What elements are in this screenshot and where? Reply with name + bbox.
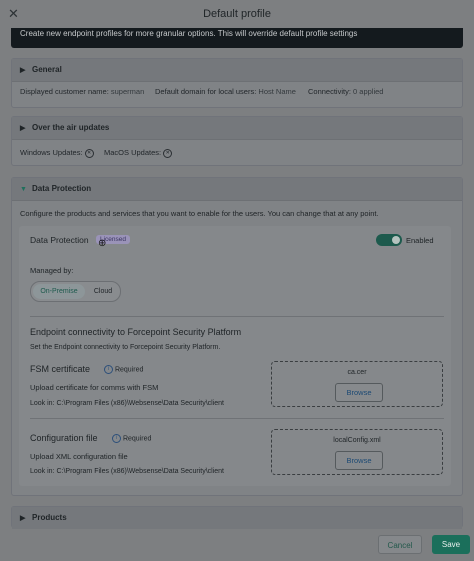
divider [30,316,444,317]
disabled-icon: ✕ [84,148,94,158]
info-icon: i [112,434,121,443]
products-section-header[interactable]: ▶ Products [12,507,462,529]
managed-by-segmented: On-Premise Cloud [30,281,121,302]
connectivity-description: Set the Endpoint connectivity to Forcepo… [30,344,221,351]
data-protection-name: Data Protection [30,235,89,245]
data-protection-section-header[interactable]: ▼ Data Protection [12,178,462,201]
fsm-browse-button[interactable]: Browse [335,383,383,402]
general-section: ▶ General [11,58,463,108]
modal-title: Default profile [203,8,271,20]
fsm-drop-zone[interactable]: ca.cer Browse [271,361,443,407]
configuration-file-title: Configuration file [30,433,98,443]
info-icon: i [104,365,113,374]
products-section: ▶ Products [11,506,463,529]
disabled-icon: ✕ [163,148,173,158]
windows-updates: Windows Updates: ✕ [20,148,94,158]
fsm-path: Look in: C:\Program Files (x86)\Websense… [30,400,225,407]
default-domain: Default domain for local users: Host Nam… [155,87,296,96]
ota-section-header[interactable]: ▶ Over the air updates [12,117,462,140]
ota-section: ▶ Over the air updates [11,116,463,166]
data-protection-description: Configure the products and services that… [20,209,379,218]
fsm-required: i Required [104,365,143,374]
modal-header: ✕ Default profile [0,0,474,28]
config-browse-button[interactable]: Browse [335,451,383,470]
on-premise-option[interactable]: On-Premise [33,284,85,299]
expand-arrow-icon: ▶ [20,515,26,522]
config-file-name: localConfig.xml [333,437,381,444]
cancel-button[interactable]: Cancel [378,535,422,554]
expand-arrow-icon: ▶ [20,125,26,132]
enabled-toggle[interactable] [376,234,402,246]
config-upload-label: Upload XML configuration file [30,452,128,461]
config-required: i Required [112,434,151,443]
fsm-file-name: ca.cer [347,369,367,376]
config-drop-zone[interactable]: localConfig.xml Browse [271,429,443,475]
connectivity-title: Endpoint connectivity to Forcepoint Secu… [30,327,242,337]
managed-by-label: Managed by: [30,266,74,275]
fsm-certificate-title: FSM certificate [30,364,91,374]
connectivity: Connectivity: 0 applied [308,87,384,96]
divider [30,418,444,419]
fsm-upload-label: Upload certificate for comms with FSM [30,383,159,392]
macos-updates: MacOS Updates: ✕ [104,148,173,158]
collapse-arrow-icon: ▼ [20,186,27,193]
info-banner: Create new endpoint profiles for more gr… [11,28,463,48]
expand-arrow-icon: ▶ [20,67,26,74]
save-button[interactable]: Save [432,535,470,554]
customer-name: Displayed customer name: superman [20,87,145,96]
cloud-option[interactable]: Cloud [89,284,117,299]
enabled-label: Enabled [406,236,434,245]
config-path: Look in: C:\Program Files (x86)\Websense… [30,468,225,475]
general-section-header[interactable]: ▶ General [12,59,462,82]
zoom-cursor-icon: ⊕ [98,238,107,249]
toggle-knob [392,236,400,244]
